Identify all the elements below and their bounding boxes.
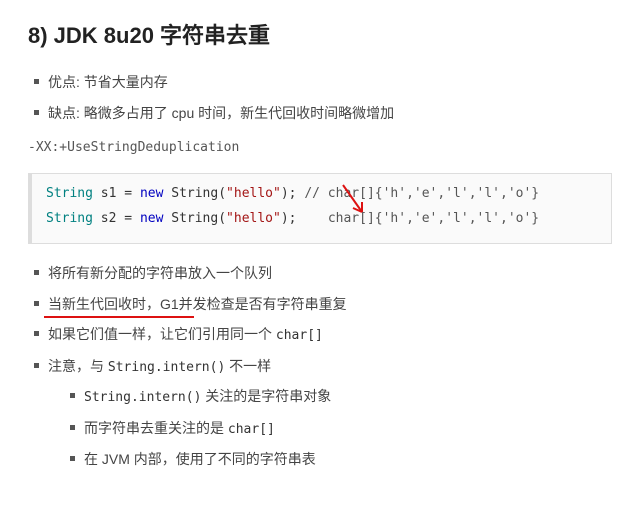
text-span: 不一样 [225, 358, 271, 374]
list-item: 在 JVM 内部，使用了不同的字符串表 [70, 448, 612, 470]
code-line: String s1 = new String("hello"); // char… [46, 184, 597, 205]
code-token: new [140, 211, 163, 226]
con-text: 略微多占用了 cpu 时间，新生代回收时间略微增加 [80, 105, 394, 121]
code-line: String s2 = new String("hello"); char[]{… [46, 209, 597, 230]
list-item: String.intern() 关注的是字符串对象 [70, 385, 612, 409]
code-token: String [46, 211, 93, 226]
code-token: ); [281, 186, 304, 201]
code-block: String s1 = new String("hello"); // char… [28, 173, 612, 245]
text-span: 而字符串去重关注的是 [84, 420, 228, 436]
notes-list: 将所有新分配的字符串放入一个队列 当新生代回收时，G1并发检查是否有字符串重复 … [28, 262, 612, 470]
text-span: 注意，与 [48, 358, 108, 374]
code-token: String( [163, 186, 226, 201]
code-inline: char[] [276, 328, 323, 343]
code-token: ); [281, 211, 304, 226]
code-inline: String.intern() [84, 390, 201, 405]
text-span: 如果它们值一样，让它们引用同一个 [48, 326, 276, 342]
list-item: 优点: 节省大量内存 [34, 71, 612, 93]
code-token: = [116, 211, 139, 226]
code-tail: char[]{'h','e','l','l','o'} [328, 211, 539, 226]
code-comment: // char[]{'h','e','l','l','o'} [304, 186, 539, 201]
jvm-flag: -XX:+UseStringDeduplication [28, 138, 612, 159]
list-item: 如果它们值一样，让它们引用同一个 char[] [34, 323, 612, 347]
code-inline: String.intern() [108, 360, 225, 375]
code-token: s2 [101, 211, 117, 226]
code-token: "hello" [226, 186, 281, 201]
code-token: String( [163, 211, 226, 226]
pro-text: 节省大量内存 [80, 74, 168, 90]
code-inline: char[] [228, 422, 275, 437]
code-token: String [46, 186, 93, 201]
code-token: "hello" [226, 211, 281, 226]
con-label: 缺点: [48, 105, 80, 121]
list-item: 当新生代回收时，G1并发检查是否有字符串重复 [34, 293, 612, 315]
code-token: new [140, 186, 163, 201]
text-span: 关注的是字符串对象 [201, 388, 331, 404]
advantages-list: 优点: 节省大量内存 缺点: 略微多占用了 cpu 时间，新生代回收时间略微增加 [28, 71, 612, 124]
list-item: 缺点: 略微多占用了 cpu 时间，新生代回收时间略微增加 [34, 102, 612, 124]
page-title: 8) JDK 8u20 字符串去重 [28, 18, 612, 53]
code-token: s1 [101, 186, 117, 201]
nested-list: String.intern() 关注的是字符串对象 而字符串去重关注的是 cha… [48, 385, 612, 471]
list-item: 而字符串去重关注的是 char[] [70, 417, 612, 441]
list-item: 将所有新分配的字符串放入一个队列 [34, 262, 612, 284]
list-item: 注意，与 String.intern() 不一样 String.intern()… [34, 355, 612, 471]
pro-label: 优点: [48, 74, 80, 90]
code-token: = [116, 186, 139, 201]
